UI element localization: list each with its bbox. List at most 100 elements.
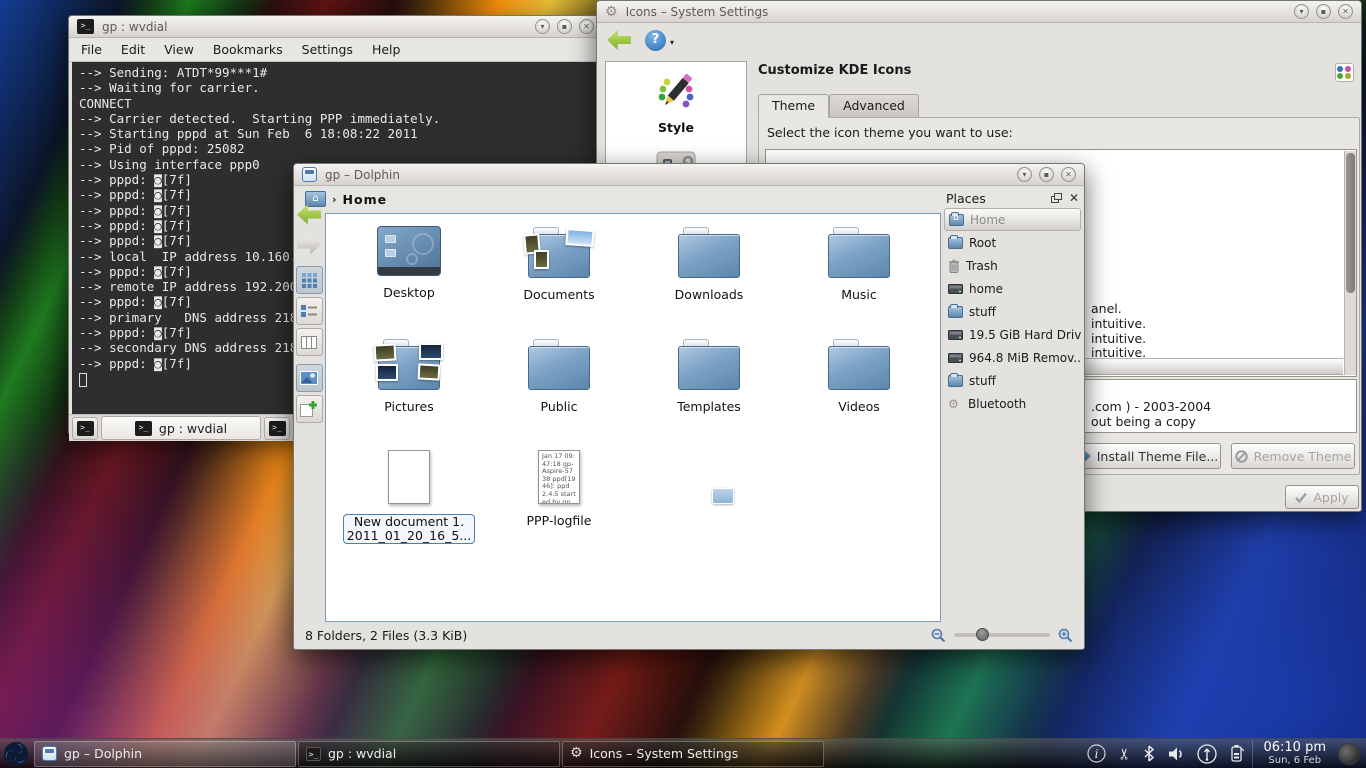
dolphin-icon [42, 746, 57, 761]
volume-icon[interactable] [1168, 746, 1185, 762]
place-stuff-1[interactable]: stuff [944, 300, 1081, 323]
zoom-out-icon[interactable] [931, 628, 946, 643]
folder-public[interactable]: Public [484, 338, 634, 450]
close-button[interactable]: ✕ [1061, 167, 1076, 182]
clock[interactable]: 06:10 pm Sun, 6 Feb [1252, 740, 1336, 768]
notifications-info-icon[interactable]: i [1087, 744, 1106, 763]
icons-view-icon [302, 273, 317, 288]
terminal-tab-label: gp : wvdial [159, 421, 227, 436]
zoom-in-icon[interactable] [1058, 628, 1073, 643]
new-tab-button[interactable]: >_ [72, 417, 98, 440]
back-arrow-icon[interactable] [607, 30, 631, 50]
place-home[interactable]: Home [944, 208, 1081, 231]
breadcrumb-home[interactable]: Home [343, 192, 388, 207]
launcher-icon[interactable] [0, 741, 32, 767]
settings-titlebar[interactable]: ⚙ Icons – System Settings ▾ ▪ ✕ [597, 1, 1361, 23]
menu-settings[interactable]: Settings [302, 42, 353, 57]
back-button[interactable] [295, 201, 323, 228]
cursor-artifact [712, 488, 734, 504]
icons-view-button[interactable] [296, 266, 323, 294]
task-system-settings[interactable]: ⚙ Icons – System Settings [562, 741, 824, 767]
folder-music[interactable]: Music [784, 226, 934, 338]
terminal-titlebar[interactable]: >_ gp : wvdial ▾ ▪ ✕ [69, 16, 602, 38]
maximize-button[interactable]: ▪ [1316, 4, 1331, 19]
removable-drive-icon [948, 352, 963, 364]
hard-drive-icon [948, 329, 963, 341]
menu-file[interactable]: File [81, 42, 102, 57]
bluetooth-icon[interactable] [1142, 745, 1156, 762]
float-panel-icon[interactable] [1051, 193, 1062, 203]
task-dolphin[interactable]: gp – Dolphin [34, 741, 296, 767]
minimize-button[interactable]: ▾ [535, 19, 550, 34]
apply-button[interactable]: Apply [1285, 485, 1359, 509]
folder-videos[interactable]: Videos [784, 338, 934, 450]
icons-module-icon [1335, 63, 1354, 82]
maximize-button[interactable]: ▪ [557, 19, 572, 34]
tab-advanced[interactable]: Advanced [829, 94, 919, 118]
folder-documents[interactable]: Documents [484, 226, 634, 338]
place-bluetooth[interactable]: ⚙Bluetooth [944, 392, 1081, 415]
documents-folder-icon [528, 226, 590, 278]
folder-icon [828, 226, 890, 278]
forward-button[interactable] [295, 231, 323, 258]
folder-desktop[interactable]: Desktop [334, 226, 484, 338]
folder-downloads[interactable]: Downloads [634, 226, 784, 338]
places-panel: Places ✕ Home Root Trash home [944, 188, 1081, 622]
system-tray: i ✂ [1079, 744, 1253, 764]
dolphin-title: gp – Dolphin [325, 168, 400, 182]
menu-bookmarks[interactable]: Bookmarks [213, 42, 283, 57]
theme-description-fragment: out being a copy [1091, 414, 1196, 429]
place-removable-media[interactable]: 964.8 MiB Remov... [944, 346, 1081, 369]
dolphin-window: gp – Dolphin ▾ ▪ ✕ ⌂ › Home [293, 163, 1085, 650]
menu-edit[interactable]: Edit [121, 42, 145, 57]
theme-description-fragment: .com ) - 2003-2004 [1091, 399, 1211, 414]
close-panel-icon[interactable]: ✕ [1069, 192, 1079, 204]
details-view-button[interactable] [296, 297, 323, 325]
sidebar-item-style[interactable]: Style [606, 62, 746, 135]
tab-list-button[interactable]: >_ [264, 417, 290, 440]
terminal-title: gp : wvdial [102, 20, 167, 34]
gear-icon: ⚙ [605, 5, 618, 19]
minimize-button[interactable]: ▾ [1294, 4, 1309, 19]
zoom-slider[interactable] [954, 633, 1050, 637]
place-stuff-2[interactable]: stuff [944, 369, 1081, 392]
usb-device-icon[interactable] [1197, 744, 1217, 764]
split-view-button[interactable] [296, 395, 323, 423]
preview-button[interactable] [296, 364, 323, 392]
minimize-button[interactable]: ▾ [1017, 167, 1032, 182]
file-ppp-logfile[interactable]: Jan 17 09:47:18 gp-Aspire-5738 ppd[1946]… [484, 450, 634, 562]
maximize-button[interactable]: ▪ [1039, 167, 1054, 182]
folder-pictures[interactable]: Pictures [334, 338, 484, 450]
place-trash[interactable]: Trash [944, 254, 1081, 277]
preview-icon [300, 371, 318, 385]
document-icon [388, 450, 430, 504]
tab-theme[interactable]: Theme [758, 94, 829, 118]
file-new-document[interactable]: New document 1. 2011_01_20_16_5... [334, 450, 484, 562]
close-button[interactable]: ✕ [1338, 4, 1353, 19]
klipper-scissors-icon[interactable]: ✂ [1115, 747, 1133, 760]
menu-view[interactable]: View [164, 42, 194, 57]
battery-icon[interactable] [1229, 744, 1244, 763]
desktop-folder-icon [377, 226, 441, 276]
place-root[interactable]: Root [944, 231, 1081, 254]
help-icon[interactable]: ?▾ [645, 30, 666, 51]
terminal-tab[interactable]: >_ gp : wvdial [101, 416, 261, 440]
list-scrollbar[interactable] [1344, 151, 1356, 375]
remove-theme-button[interactable]: Remove Theme [1231, 443, 1355, 469]
task-wvdial[interactable]: >_ gp : wvdial [298, 741, 560, 767]
clock-time: 06:10 pm [1263, 741, 1326, 754]
dolphin-titlebar[interactable]: gp – Dolphin ▾ ▪ ✕ [294, 164, 1084, 186]
zoom-slider-handle[interactable] [976, 628, 989, 641]
close-button[interactable]: ✕ [579, 19, 594, 34]
install-theme-button[interactable]: Install Theme File... [1075, 443, 1221, 469]
place-home-partition[interactable]: home [944, 277, 1081, 300]
panel-cashew-icon[interactable] [1338, 743, 1360, 765]
menu-help[interactable]: Help [372, 42, 401, 57]
folder-templates[interactable]: Templates [634, 338, 784, 450]
status-text: 8 Folders, 2 Files (3.3 KiB) [305, 628, 467, 643]
place-hard-drive[interactable]: 19.5 GiB Hard Drive [944, 323, 1081, 346]
bluetooth-gear-icon: ⚙ [948, 397, 962, 411]
dolphin-toolbar [294, 198, 324, 622]
columns-view-button[interactable] [296, 328, 323, 356]
caret-down-icon: ▾ [670, 33, 674, 53]
